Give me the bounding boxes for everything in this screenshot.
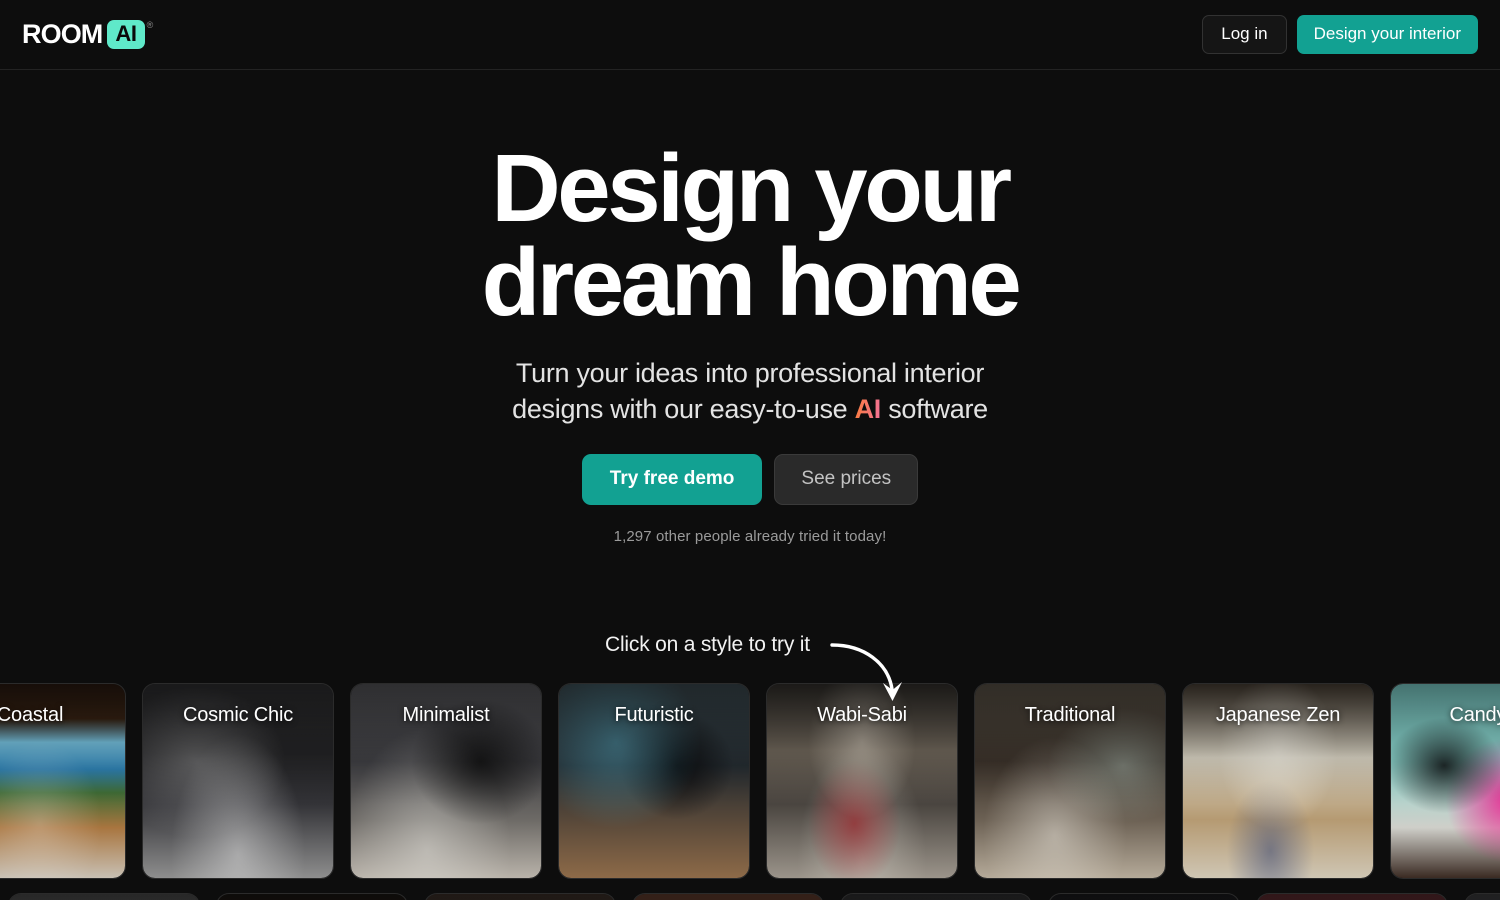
style-card-label: Traditional [1024, 704, 1116, 726]
style-card[interactable]: Coastal [0, 683, 126, 879]
style-hint-label: Click on a style to try it [605, 633, 810, 656]
subtitle-line-2: designs with our easy-to-use AI software [0, 392, 1500, 428]
style-card[interactable] [840, 893, 1032, 900]
style-card-label: Minimalist [402, 704, 490, 726]
style-card-overlay [1257, 894, 1447, 900]
style-card[interactable]: Candy L [1390, 683, 1500, 879]
landing-page: ROOM AI ® Log in Design your interior De… [0, 0, 1500, 900]
style-card[interactable] [632, 893, 824, 900]
social-proof-text: 1,297 other people already tried it toda… [613, 527, 887, 545]
style-card[interactable]: Futuristic [558, 683, 750, 879]
style-card-label: Wabi-Sabi [817, 704, 907, 726]
style-card-label: Futuristic [614, 704, 694, 726]
style-card-label: Candy L [1449, 704, 1500, 726]
page-title: Design your dream home [0, 135, 1500, 337]
design-your-interior-button[interactable]: Design your interior [1296, 15, 1478, 54]
style-card-overlay [1049, 894, 1239, 900]
headline-line-2: dream home [481, 229, 1022, 337]
style-card-overlay [1465, 894, 1500, 900]
style-card[interactable] [1048, 893, 1240, 900]
logo-ai-badge: AI [107, 20, 145, 49]
style-card-overlay [425, 894, 615, 900]
style-card[interactable]: Wabi-Sabi [766, 683, 958, 879]
subtitle-ai-accent: AI [854, 394, 882, 425]
style-card[interactable]: Minimalist [350, 683, 542, 879]
registered-trademark-icon: ® [146, 19, 154, 30]
style-card-label: Coastal [0, 704, 64, 726]
style-card[interactable]: Cosmic Chic [142, 683, 334, 879]
cta-row: Try free demo See prices [0, 453, 1500, 505]
header-actions: Log in Design your interior [1202, 15, 1478, 54]
style-cards-row-secondary[interactable] [8, 893, 1500, 900]
style-card-overlay [633, 894, 823, 900]
headline-line-1: Design your [491, 135, 1012, 242]
hero-section: Design your dream home Turn your ideas i… [0, 70, 1500, 545]
style-card-overlay [841, 894, 1031, 900]
style-card-overlay [217, 894, 407, 900]
style-card[interactable]: Japanese Zen [1182, 683, 1374, 879]
subtitle-text-before: designs with our easy-to-use [512, 394, 855, 425]
log-in-button[interactable]: Log in [1202, 15, 1287, 54]
subtitle-line-1: Turn your ideas into professional interi… [515, 358, 985, 389]
try-free-demo-button[interactable]: Try free demo [581, 453, 763, 505]
style-card[interactable] [1256, 893, 1448, 900]
see-prices-button[interactable]: See prices [774, 453, 919, 505]
style-card-label: Cosmic Chic [182, 704, 294, 726]
site-header: ROOM AI ® Log in Design your interior [0, 0, 1500, 70]
style-card[interactable] [1464, 893, 1500, 900]
style-card[interactable] [424, 893, 616, 900]
logo-wordmark: ROOM [22, 19, 103, 49]
logo[interactable]: ROOM AI ® [22, 18, 153, 52]
style-card[interactable] [216, 893, 408, 900]
style-card-label: Japanese Zen [1215, 704, 1341, 726]
subtitle-text-after: software [881, 394, 988, 425]
style-card-overlay [9, 894, 199, 900]
hero-subtitle: Turn your ideas into professional interi… [0, 356, 1500, 428]
style-cards-row-primary[interactable]: Coastal Cosmic Chic Minimalist Futuristic Wa… [0, 683, 1500, 879]
style-card[interactable]: Traditional [974, 683, 1166, 879]
style-card[interactable] [8, 893, 200, 900]
